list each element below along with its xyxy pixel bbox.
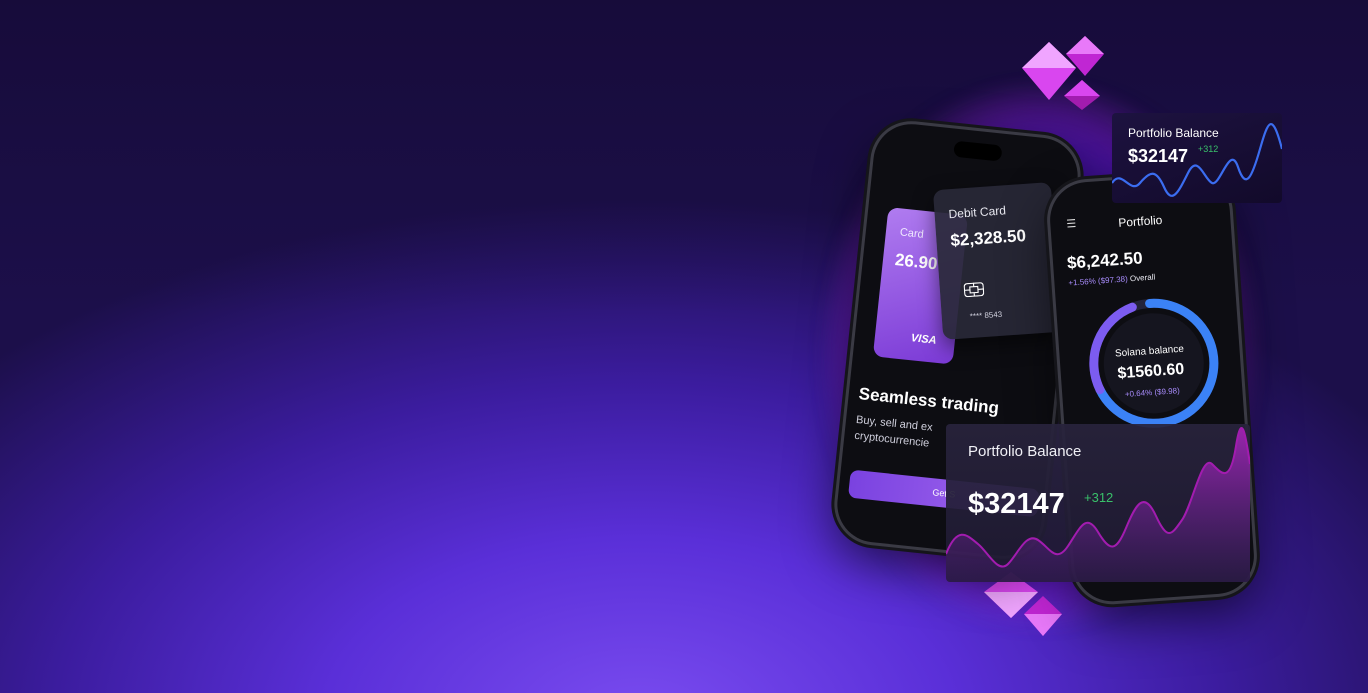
visa-logo: VISA (910, 332, 938, 347)
debit-card-label: Debit Card (948, 203, 1007, 222)
debit-card-number: **** 8543 (969, 309, 1003, 322)
debit-card[interactable]: Debit Card $2,328.50 **** 8543 (932, 182, 1062, 340)
portfolio-balance-title: Portfolio Balance (968, 443, 1082, 460)
portfolio-balance-amount: $32147 (968, 488, 1065, 520)
portfolio-title: Portfolio (1117, 212, 1163, 230)
card-amount: 26.90 (894, 250, 939, 274)
portfolio-balance-delta: +312 (1084, 490, 1114, 505)
card-label: Card (899, 226, 925, 241)
portfolio-balance-amount: $32147 (1128, 146, 1189, 166)
portfolio-balance-delta: +312 (1198, 144, 1219, 154)
portfolio-change: +1.56% ($97.38) Overall (1068, 273, 1155, 288)
portfolio-balance-title: Portfolio Balance (1128, 126, 1219, 140)
portfolio-change-suffix: Overall (1129, 272, 1156, 284)
card-chip-icon (963, 282, 985, 300)
sparkle-diamond-icon (1064, 80, 1100, 110)
phone-notch (952, 140, 1003, 162)
portfolio-change-value: +1.56% ($97.38) (1068, 274, 1129, 288)
portfolio-balance-card-small[interactable]: Portfolio Balance $32147 +312 (1112, 113, 1282, 203)
debit-card-amount: $2,328.50 (949, 225, 1027, 251)
portfolio-total: $6,242.50 (1066, 248, 1144, 273)
portfolio-balance-card-large[interactable]: Portfolio Balance $32147 +312 (946, 424, 1250, 582)
sparkle-diamond-icon (1024, 596, 1062, 636)
sparkle-diamond-icon (1066, 36, 1104, 76)
